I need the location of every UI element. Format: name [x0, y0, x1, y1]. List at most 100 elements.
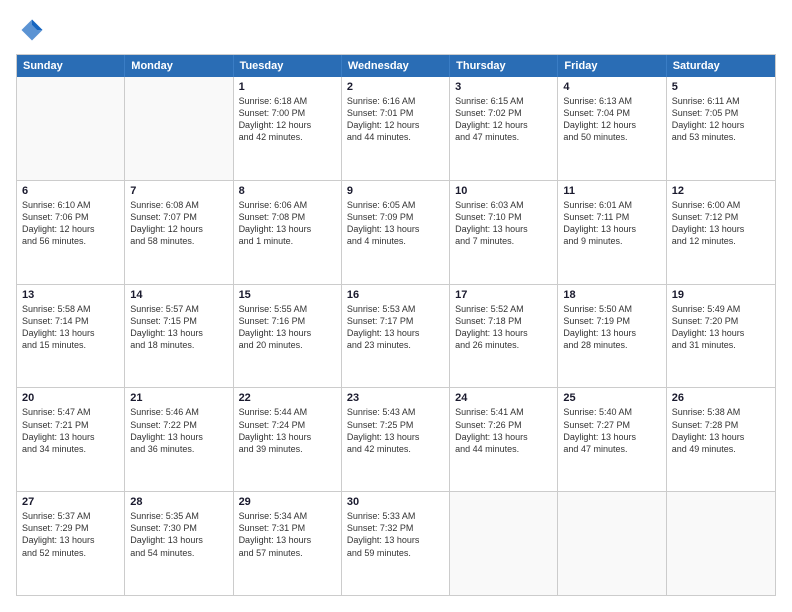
- day-number: 2: [347, 81, 444, 93]
- day-info: Sunrise: 5:57 AM Sunset: 7:15 PM Dayligh…: [130, 303, 227, 352]
- calendar-row: 6 Sunrise: 6:10 AM Sunset: 7:06 PM Daylig…: [17, 180, 775, 284]
- calendar-body: 1 Sunrise: 6:18 AM Sunset: 7:00 PM Daylig…: [17, 77, 775, 595]
- day-number: 5: [672, 81, 770, 93]
- day-info: Sunrise: 5:53 AM Sunset: 7:17 PM Dayligh…: [347, 303, 444, 352]
- day-number: 11: [563, 185, 660, 197]
- calendar-cell: 2Sunrise: 6:16 AM Sunset: 7:01 PM Daylig…: [342, 77, 450, 180]
- day-info: Sunrise: 5:44 AM Sunset: 7:24 PM Dayligh…: [239, 406, 336, 455]
- calendar-row: 20 Sunrise: 5:47 AM Sunset: 7:21 PM Dayli…: [17, 387, 775, 491]
- day-info: Sunrise: 5:41 AM Sunset: 7:26 PM Dayligh…: [455, 406, 552, 455]
- day-number: 14: [130, 289, 227, 301]
- day-number: 12: [672, 185, 770, 197]
- calendar: SundayMondayTuesdayWednesdayThursdayFrid…: [16, 54, 776, 596]
- calendar-cell: 20 Sunrise: 5:47 AM Sunset: 7:21 PM Dayli…: [17, 388, 125, 491]
- logo: [16, 16, 46, 44]
- calendar-cell: 28 Sunrise: 5:35 AM Sunset: 7:30 PM Dayli…: [125, 492, 233, 595]
- day-number: 29: [239, 496, 336, 508]
- day-info: Sunrise: 5:50 AM Sunset: 7:19 PM Dayligh…: [563, 303, 660, 352]
- day-info: Sunrise: 5:35 AM Sunset: 7:30 PM Dayligh…: [130, 510, 227, 559]
- day-number: 17: [455, 289, 552, 301]
- day-info: Sunrise: 6:13 AM Sunset: 7:04 PM Dayligh…: [563, 95, 660, 144]
- day-info: Sunrise: 6:05 AM Sunset: 7:09 PM Dayligh…: [347, 199, 444, 248]
- calendar-cell: [450, 492, 558, 595]
- day-number: 19: [672, 289, 770, 301]
- day-number: 13: [22, 289, 119, 301]
- day-info: Sunrise: 5:47 AM Sunset: 7:21 PM Dayligh…: [22, 406, 119, 455]
- calendar-cell: 29Sunrise: 5:34 AM Sunset: 7:31 PM Dayli…: [234, 492, 342, 595]
- day-info: Sunrise: 5:38 AM Sunset: 7:28 PM Dayligh…: [672, 406, 770, 455]
- day-number: 16: [347, 289, 444, 301]
- calendar-cell: 1 Sunrise: 6:18 AM Sunset: 7:00 PM Daylig…: [234, 77, 342, 180]
- logo-icon: [18, 16, 46, 44]
- day-info: Sunrise: 6:15 AM Sunset: 7:02 PM Dayligh…: [455, 95, 552, 144]
- day-number: 23: [347, 392, 444, 404]
- day-number: 22: [239, 392, 336, 404]
- calendar-cell: 9 Sunrise: 6:05 AM Sunset: 7:09 PM Daylig…: [342, 181, 450, 284]
- day-info: Sunrise: 5:49 AM Sunset: 7:20 PM Dayligh…: [672, 303, 770, 352]
- day-info: Sunrise: 5:40 AM Sunset: 7:27 PM Dayligh…: [563, 406, 660, 455]
- day-info: Sunrise: 5:58 AM Sunset: 7:14 PM Dayligh…: [22, 303, 119, 352]
- day-info: Sunrise: 6:11 AM Sunset: 7:05 PM Dayligh…: [672, 95, 770, 144]
- day-number: 1: [239, 81, 336, 93]
- calendar-cell: 19 Sunrise: 5:49 AM Sunset: 7:20 PM Dayli…: [667, 285, 775, 388]
- calendar-cell: 6 Sunrise: 6:10 AM Sunset: 7:06 PM Daylig…: [17, 181, 125, 284]
- calendar-cell: 14 Sunrise: 5:57 AM Sunset: 7:15 PM Dayli…: [125, 285, 233, 388]
- day-number: 10: [455, 185, 552, 197]
- calendar-cell: 4 Sunrise: 6:13 AM Sunset: 7:04 PM Daylig…: [558, 77, 666, 180]
- calendar-cell: 22 Sunrise: 5:44 AM Sunset: 7:24 PM Dayli…: [234, 388, 342, 491]
- day-number: 6: [22, 185, 119, 197]
- calendar-cell: 23Sunrise: 5:43 AM Sunset: 7:25 PM Dayli…: [342, 388, 450, 491]
- calendar-cell: 26 Sunrise: 5:38 AM Sunset: 7:28 PM Dayli…: [667, 388, 775, 491]
- day-number: 15: [239, 289, 336, 301]
- calendar-cell: 18 Sunrise: 5:50 AM Sunset: 7:19 PM Dayli…: [558, 285, 666, 388]
- day-info: Sunrise: 6:18 AM Sunset: 7:00 PM Dayligh…: [239, 95, 336, 144]
- day-number: 18: [563, 289, 660, 301]
- calendar-cell: 3Sunrise: 6:15 AM Sunset: 7:02 PM Daylig…: [450, 77, 558, 180]
- calendar-cell: 27 Sunrise: 5:37 AM Sunset: 7:29 PM Dayli…: [17, 492, 125, 595]
- day-info: Sunrise: 6:03 AM Sunset: 7:10 PM Dayligh…: [455, 199, 552, 248]
- day-number: 26: [672, 392, 770, 404]
- day-number: 20: [22, 392, 119, 404]
- day-info: Sunrise: 5:33 AM Sunset: 7:32 PM Dayligh…: [347, 510, 444, 559]
- calendar-cell: 8Sunrise: 6:06 AM Sunset: 7:08 PM Daylig…: [234, 181, 342, 284]
- calendar-cell: 16 Sunrise: 5:53 AM Sunset: 7:17 PM Dayli…: [342, 285, 450, 388]
- page: SundayMondayTuesdayWednesdayThursdayFrid…: [0, 0, 792, 612]
- calendar-cell: 11 Sunrise: 6:01 AM Sunset: 7:11 PM Dayli…: [558, 181, 666, 284]
- calendar-header: SundayMondayTuesdayWednesdayThursdayFrid…: [17, 55, 775, 77]
- calendar-cell: 7Sunrise: 6:08 AM Sunset: 7:07 PM Daylig…: [125, 181, 233, 284]
- weekday-header: Friday: [558, 55, 666, 77]
- day-info: Sunrise: 5:55 AM Sunset: 7:16 PM Dayligh…: [239, 303, 336, 352]
- day-number: 28: [130, 496, 227, 508]
- day-number: 27: [22, 496, 119, 508]
- day-number: 9: [347, 185, 444, 197]
- weekday-header: Monday: [125, 55, 233, 77]
- day-number: 8: [239, 185, 336, 197]
- day-number: 30: [347, 496, 444, 508]
- calendar-row: 27 Sunrise: 5:37 AM Sunset: 7:29 PM Dayli…: [17, 491, 775, 595]
- calendar-cell: [125, 77, 233, 180]
- calendar-cell: 17Sunrise: 5:52 AM Sunset: 7:18 PM Dayli…: [450, 285, 558, 388]
- calendar-cell: 24Sunrise: 5:41 AM Sunset: 7:26 PM Dayli…: [450, 388, 558, 491]
- calendar-cell: 12 Sunrise: 6:00 AM Sunset: 7:12 PM Dayli…: [667, 181, 775, 284]
- calendar-cell: 10 Sunrise: 6:03 AM Sunset: 7:10 PM Dayli…: [450, 181, 558, 284]
- calendar-cell: [17, 77, 125, 180]
- weekday-header: Wednesday: [342, 55, 450, 77]
- day-number: 4: [563, 81, 660, 93]
- day-info: Sunrise: 6:01 AM Sunset: 7:11 PM Dayligh…: [563, 199, 660, 248]
- weekday-header: Thursday: [450, 55, 558, 77]
- calendar-cell: 30 Sunrise: 5:33 AM Sunset: 7:32 PM Dayli…: [342, 492, 450, 595]
- calendar-cell: 13 Sunrise: 5:58 AM Sunset: 7:14 PM Dayli…: [17, 285, 125, 388]
- calendar-cell: 5 Sunrise: 6:11 AM Sunset: 7:05 PM Daylig…: [667, 77, 775, 180]
- calendar-cell: [558, 492, 666, 595]
- calendar-cell: 15 Sunrise: 5:55 AM Sunset: 7:16 PM Dayli…: [234, 285, 342, 388]
- day-info: Sunrise: 5:37 AM Sunset: 7:29 PM Dayligh…: [22, 510, 119, 559]
- header: [16, 16, 776, 44]
- weekday-header: Saturday: [667, 55, 775, 77]
- calendar-row: 13 Sunrise: 5:58 AM Sunset: 7:14 PM Dayli…: [17, 284, 775, 388]
- day-number: 21: [130, 392, 227, 404]
- weekday-header: Sunday: [17, 55, 125, 77]
- day-number: 7: [130, 185, 227, 197]
- day-info: Sunrise: 6:10 AM Sunset: 7:06 PM Dayligh…: [22, 199, 119, 248]
- day-info: Sunrise: 6:00 AM Sunset: 7:12 PM Dayligh…: [672, 199, 770, 248]
- calendar-cell: 25Sunrise: 5:40 AM Sunset: 7:27 PM Dayli…: [558, 388, 666, 491]
